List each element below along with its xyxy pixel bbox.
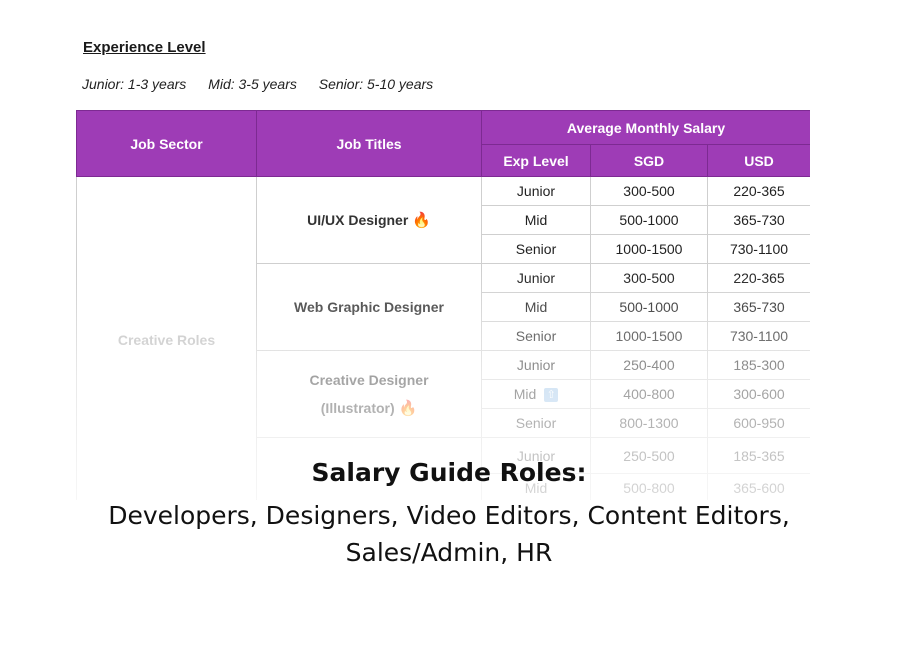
exp-level-cell: Mid ⇧: [481, 379, 591, 409]
fire-icon: 🔥: [398, 399, 418, 417]
job-title-label: Creative Designer: [309, 371, 429, 388]
caption-line-2: Sales/Admin, HR: [345, 538, 553, 567]
exp-level-cell: Junior: [481, 176, 591, 206]
header-usd: USD: [706, 144, 810, 177]
usd-cell: 365-730: [706, 292, 810, 322]
usd-cell: 300-600: [706, 379, 810, 409]
caption-body: Developers, Designers, Video Editors, Co…: [60, 497, 838, 571]
job-title-ui-ux-designer: UI/UX Designer 🔥: [256, 176, 482, 264]
sgd-cell: 300-500: [590, 176, 708, 206]
usd-cell: 600-950: [706, 408, 810, 438]
up-arrow-icon: ⇧: [544, 388, 559, 403]
job-title-creative-designer: Creative Designer (Illustrator) 🔥: [256, 350, 482, 438]
header-sgd: SGD: [590, 144, 708, 177]
table-row: Creative Roles UI/UX Designer 🔥 Junior 3…: [76, 176, 810, 500]
header-exp-level: Exp Level: [481, 144, 591, 177]
exp-level-cell: Junior: [481, 350, 591, 380]
salary-table-container: Job Sector Job Titles Average Monthly Sa…: [76, 110, 810, 500]
sgd-cell: 500-1000: [590, 292, 708, 322]
job-title-web-graphic-designer: Web Graphic Designer: [256, 263, 482, 351]
exp-level-cell: Mid: [481, 292, 591, 322]
sector-creative-roles: Creative Roles: [76, 176, 257, 500]
exp-level-label: Mid: [513, 385, 537, 402]
caption-title: Salary Guide Roles:: [311, 458, 587, 487]
sgd-cell: 500-1000: [590, 205, 708, 235]
job-title-label: UI/UX Designer: [307, 211, 409, 228]
header-job-sector: Job Sector: [76, 110, 257, 177]
legend-senior: Senior: 5-10 years: [318, 76, 434, 92]
job-title-subtitle: (Illustrator): [320, 399, 395, 416]
legend-junior: Junior: 1-3 years: [82, 76, 187, 92]
salary-table: Job Sector Job Titles Average Monthly Sa…: [76, 110, 810, 500]
exp-level-cell: Senior: [481, 408, 591, 438]
sgd-cell: 300-500: [590, 263, 708, 293]
usd-cell: 730-1100: [706, 321, 810, 351]
exp-level-cell: Junior: [481, 263, 591, 293]
experience-level-legend: Junior: 1-3 years Mid: 3-5 years Senior:…: [82, 76, 451, 92]
usd-cell: 365-730: [706, 205, 810, 235]
header-average-monthly-salary: Average Monthly Salary: [480, 110, 810, 145]
fire-icon: 🔥: [412, 211, 431, 229]
caption-line-1: Developers, Designers, Video Editors, Co…: [108, 501, 790, 530]
sgd-cell: 400-800: [590, 379, 708, 409]
usd-cell: 185-300: [706, 350, 810, 380]
exp-level-cell: Senior: [481, 234, 591, 264]
sgd-cell: 800-1300: [590, 408, 708, 438]
sgd-cell: 250-400: [590, 350, 708, 380]
experience-level-title: Experience Level: [83, 39, 206, 56]
usd-cell: 220-365: [706, 176, 810, 206]
sgd-cell: 1000-1500: [590, 321, 708, 351]
usd-cell: 730-1100: [706, 234, 810, 264]
legend-mid: Mid: 3-5 years: [208, 76, 297, 92]
usd-cell: 220-365: [706, 263, 810, 293]
header-job-titles: Job Titles: [256, 110, 482, 177]
exp-level-cell: Mid: [481, 205, 591, 235]
exp-level-cell: Senior: [481, 321, 591, 351]
sgd-cell: 1000-1500: [590, 234, 708, 264]
